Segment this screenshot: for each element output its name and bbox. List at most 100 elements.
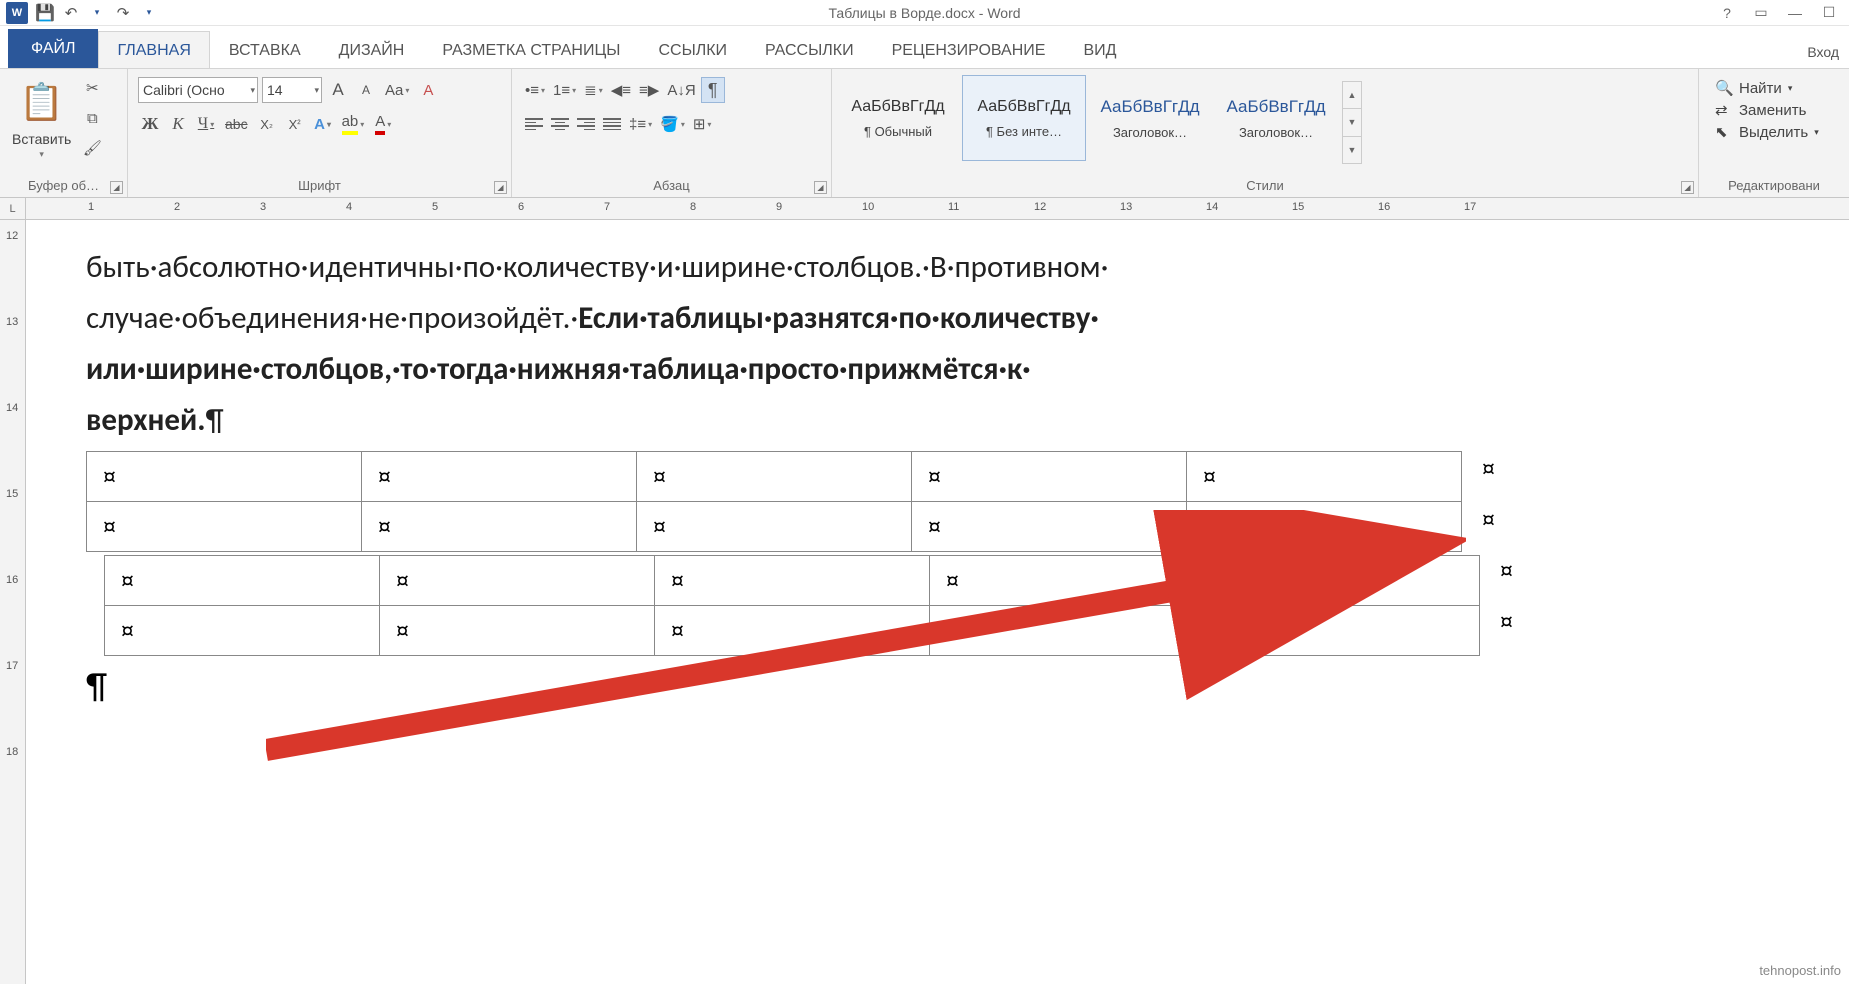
- group-editing: 🔍Найти ▾ ⇄Заменить ⬉Выделить ▾ Редактиро…: [1699, 69, 1849, 197]
- style-heading-2[interactable]: АаБбВвГгДд Заголовок…: [1214, 75, 1338, 161]
- minimize-icon[interactable]: —: [1785, 3, 1805, 23]
- tab-view[interactable]: ВИД: [1064, 31, 1135, 68]
- tab-design[interactable]: ДИЗАЙН: [320, 31, 424, 68]
- help-icon[interactable]: ?: [1717, 3, 1737, 23]
- clipboard-dialog-launcher[interactable]: ◢: [110, 181, 123, 194]
- table-row[interactable]: ¤¤¤¤¤: [105, 605, 1480, 655]
- vertical-ruler[interactable]: 12 13 14 15 16 17 18: [0, 220, 26, 984]
- watermark: tehnopost.info: [1759, 963, 1841, 978]
- font-dialog-launcher[interactable]: ◢: [494, 181, 507, 194]
- font-size-combo[interactable]: 14▾: [262, 77, 322, 103]
- tab-mailings[interactable]: РАССЫЛКИ: [746, 31, 873, 68]
- tab-selector[interactable]: L: [0, 198, 26, 220]
- decrease-indent-icon[interactable]: ◀≡: [608, 77, 634, 103]
- window-controls: ? ▭ — ☐: [1717, 3, 1849, 23]
- horizontal-ruler[interactable]: 1 2 3 4 5 6 7 8 9 10 11 12 13 14 15 16 1…: [26, 198, 1849, 219]
- highlight-color-icon[interactable]: ab: [339, 111, 368, 137]
- shading-icon[interactable]: 🪣: [657, 111, 688, 137]
- tab-page-layout[interactable]: РАЗМЕТКА СТРАНИЦЫ: [423, 31, 639, 68]
- bold-button[interactable]: Ж: [138, 111, 162, 137]
- bullets-icon[interactable]: •≡: [522, 77, 548, 103]
- group-styles: АаБбВвГгДд ¶ Обычный АаБбВвГгДд ¶ Без ин…: [832, 69, 1699, 197]
- select-icon: ⬉: [1715, 123, 1733, 141]
- ruler-row: L 1 2 3 4 5 6 7 8 9 10 11 12 13 14 15 16…: [0, 198, 1849, 220]
- increase-indent-icon[interactable]: ≡▶: [636, 77, 662, 103]
- table-1[interactable]: ¤¤¤¤¤ ¤¤¤¤¤: [86, 451, 1462, 552]
- tab-insert[interactable]: ВСТАВКА: [210, 31, 320, 68]
- font-name-combo[interactable]: Calibri (Осно▾: [138, 77, 258, 103]
- underline-button[interactable]: Ч: [194, 111, 218, 137]
- multilevel-list-icon[interactable]: ≣: [581, 77, 606, 103]
- replace-button[interactable]: ⇄Заменить: [1715, 101, 1819, 119]
- show-hide-marks-button[interactable]: ¶: [701, 77, 725, 103]
- align-left-icon[interactable]: [522, 112, 546, 136]
- paragraph-dialog-launcher[interactable]: ◢: [814, 181, 827, 194]
- paste-button[interactable]: Вставить: [12, 131, 71, 147]
- change-case-icon[interactable]: Aa: [382, 77, 412, 103]
- styles-gallery-scroll: ▲ ▼ ▼: [1342, 81, 1362, 164]
- style-normal[interactable]: АаБбВвГгДд ¶ Обычный: [836, 75, 960, 161]
- font-color-icon[interactable]: A: [371, 111, 395, 137]
- align-right-icon[interactable]: [574, 112, 598, 136]
- ribbon-tabs: ФАЙЛ ГЛАВНАЯ ВСТАВКА ДИЗАЙН РАЗМЕТКА СТР…: [0, 26, 1849, 68]
- document-page[interactable]: быть·абсолютно·идентичны·по·количеству·и…: [26, 220, 1849, 984]
- italic-button[interactable]: К: [166, 111, 190, 137]
- save-icon[interactable]: 💾: [36, 4, 54, 22]
- tab-references[interactable]: ССЫЛКИ: [639, 31, 746, 68]
- undo-icon[interactable]: ↶: [62, 4, 80, 22]
- line-spacing-icon[interactable]: ‡≡: [626, 111, 655, 137]
- sign-in-link[interactable]: Вход: [1807, 44, 1839, 60]
- ribbon-display-icon[interactable]: ▭: [1751, 3, 1771, 23]
- format-painter-icon[interactable]: 🖌: [81, 137, 103, 159]
- shrink-font-icon[interactable]: A: [354, 77, 378, 103]
- group-label-styles: Стили ◢: [832, 176, 1698, 197]
- qat-customize-icon[interactable]: ▾: [140, 4, 158, 22]
- paste-icon[interactable]: 📋: [15, 75, 69, 129]
- style-no-spacing[interactable]: АаБбВвГгДд ¶ Без инте…: [962, 75, 1086, 161]
- style-heading-1[interactable]: АаБбВвГгДд Заголовок…: [1088, 75, 1212, 161]
- find-button[interactable]: 🔍Найти ▾: [1715, 79, 1819, 97]
- group-clipboard: 📋 Вставить ▾ ✂ ⧉ 🖌 Буфер об… ◢: [0, 69, 128, 197]
- tab-file[interactable]: ФАЙЛ: [8, 29, 98, 68]
- find-icon: 🔍: [1715, 79, 1733, 97]
- group-label-font: Шрифт ◢: [128, 176, 511, 197]
- gallery-up-icon[interactable]: ▲: [1343, 82, 1361, 109]
- group-paragraph: •≡ 1≡ ≣ ◀≡ ≡▶ А↓Я ¶ ‡≡ 🪣 ⊞: [512, 69, 832, 197]
- styles-gallery: АаБбВвГгДд ¶ Обычный АаБбВвГгДд ¶ Без ин…: [832, 69, 1368, 176]
- numbering-icon[interactable]: 1≡: [550, 77, 579, 103]
- align-justify-icon[interactable]: [600, 112, 624, 136]
- tab-review[interactable]: РЕЦЕНЗИРОВАНИЕ: [873, 31, 1065, 68]
- table-row[interactable]: ¤¤¤¤¤: [105, 555, 1480, 605]
- table-row[interactable]: ¤¤¤¤¤: [87, 501, 1462, 551]
- redo-icon[interactable]: ↷: [114, 4, 132, 22]
- group-label-editing: Редактировани: [1699, 176, 1849, 197]
- subscript-button[interactable]: X: [255, 111, 279, 137]
- paragraph-end-mark: ¶: [86, 664, 1769, 708]
- document-title: Таблицы в Ворде.docx - Word: [828, 5, 1020, 21]
- superscript-button[interactable]: X: [283, 111, 307, 137]
- row-end-mark: ¤: [1482, 605, 1513, 637]
- gallery-down-icon[interactable]: ▼: [1343, 109, 1361, 136]
- word-app-icon[interactable]: W: [6, 2, 28, 24]
- table-2[interactable]: ¤¤¤¤¤ ¤¤¤¤¤: [104, 555, 1480, 656]
- sort-icon[interactable]: А↓Я: [664, 77, 698, 103]
- maximize-icon[interactable]: ☐: [1819, 3, 1839, 23]
- clear-formatting-icon[interactable]: A: [416, 77, 440, 103]
- text-effects-icon[interactable]: A: [311, 111, 335, 137]
- tab-home[interactable]: ГЛАВНАЯ: [98, 31, 209, 68]
- borders-icon[interactable]: ⊞: [690, 111, 715, 137]
- copy-icon[interactable]: ⧉: [81, 107, 103, 129]
- group-font: Calibri (Осно▾ 14▾ A A Aa A Ж К Ч abc X …: [128, 69, 512, 197]
- grow-font-icon[interactable]: A: [326, 77, 350, 103]
- select-button[interactable]: ⬉Выделить ▾: [1715, 123, 1819, 141]
- quick-access-toolbar: W 💾 ↶ ▾ ↷ ▾: [0, 2, 158, 24]
- cut-icon[interactable]: ✂: [81, 77, 103, 99]
- gallery-more-icon[interactable]: ▼: [1343, 137, 1361, 163]
- strikethrough-button[interactable]: abc: [222, 111, 251, 137]
- table-row[interactable]: ¤¤¤¤¤: [87, 451, 1462, 501]
- undo-dropdown-icon[interactable]: ▾: [88, 4, 106, 22]
- replace-icon: ⇄: [1715, 101, 1733, 119]
- ribbon: 📋 Вставить ▾ ✂ ⧉ 🖌 Буфер об… ◢ Calibri (…: [0, 68, 1849, 198]
- align-center-icon[interactable]: [548, 112, 572, 136]
- styles-dialog-launcher[interactable]: ◢: [1681, 181, 1694, 194]
